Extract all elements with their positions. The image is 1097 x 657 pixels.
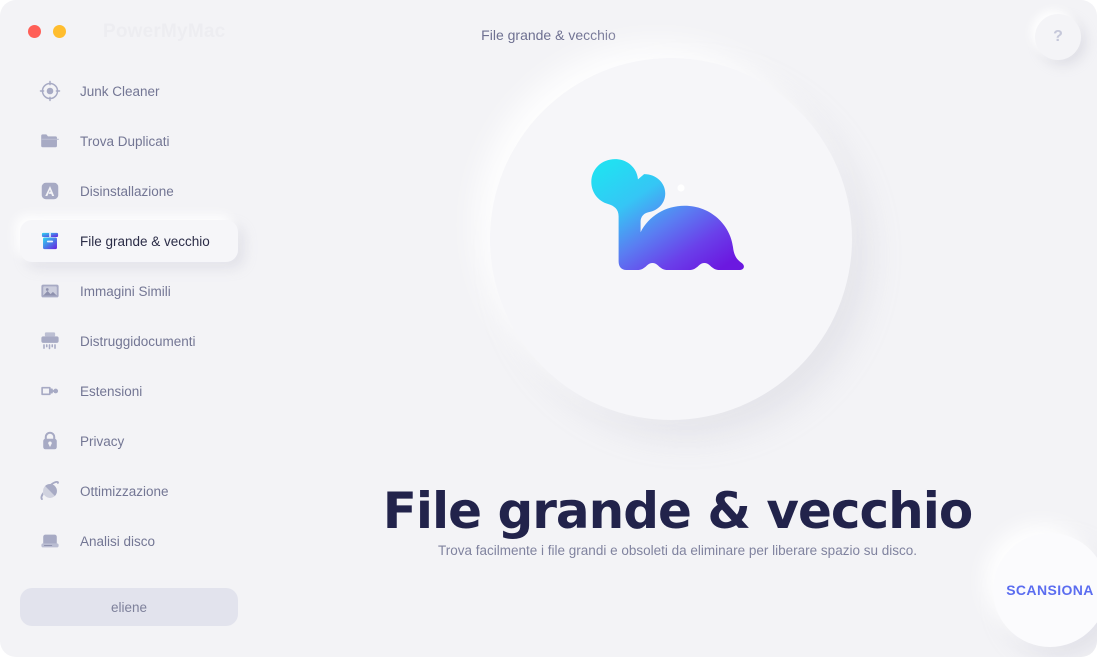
sidebar-item-label: Distruggidocumenti [80,333,196,349]
folder-icon [38,129,62,153]
sidebar-item-trova-duplicati[interactable]: Trova Duplicati [20,120,238,162]
titlebar: PowerMyMac File grande & vecchio ? [0,0,1097,62]
scan-button-label: SCANSIONA [1006,582,1094,598]
scan-button[interactable]: SCANSIONA [993,533,1097,647]
photo-icon [38,279,62,303]
sidebar-item-label: Trova Duplicati [80,133,170,149]
help-button[interactable]: ? [1035,14,1081,60]
delete-button[interactable]: eliene [20,588,238,626]
sidebar-item-label: Disinstallazione [80,183,174,199]
sidebar-item-privacy[interactable]: Privacy [20,420,238,462]
sidebar-item-label: Privacy [80,433,125,449]
hero-subtitle: Trova facilmente i file grandi e obsolet… [438,543,917,558]
dinosaur-mascot-icon [591,159,744,271]
app-uninstall-icon [38,179,62,203]
sidebar-item-label: File grande & vecchio [80,233,210,249]
hard-drive-icon [38,529,62,553]
sidebar-item-analisi-disco[interactable]: Analisi disco [20,520,238,562]
sidebar-item-immagini-simili[interactable]: Immagini Simili [20,270,238,312]
sidebar-item-label: Estensioni [80,383,143,399]
page-title: File grande & vecchio [481,27,616,43]
sidebar-nav: Junk Cleaner Trova Duplicati Disinstalla… [0,70,258,562]
sidebar-item-label: Immagini Simili [80,283,171,299]
sidebar-item-distruggidocumenti[interactable]: Distruggidocumenti [20,320,238,362]
sidebar: Junk Cleaner Trova Duplicati Disinstalla… [0,70,258,657]
optimization-icon [38,479,62,503]
sidebar-item-estensioni[interactable]: Estensioni [20,370,238,412]
app-window: PowerMyMac File grande & vecchio ? Junk … [0,0,1097,657]
hero-heading: File grande & vecchio [382,482,974,540]
sidebar-item-ottimizzazione[interactable]: Ottimizzazione [20,470,238,512]
main-content: File grande & vecchio Trova facilmente i… [258,58,1097,657]
sidebar-item-label: Analisi disco [80,533,156,549]
box-package-icon [38,229,62,253]
sidebar-item-disinstallazione[interactable]: Disinstallazione [20,170,238,212]
sidebar-item-label: Ottimizzazione [80,483,169,499]
puzzle-plug-icon [38,379,62,403]
question-mark-icon: ? [1053,28,1063,45]
sidebar-item-junk-cleaner[interactable]: Junk Cleaner [20,70,238,112]
shredder-icon [38,329,62,353]
target-circle-icon [38,79,62,103]
hero-illustration-circle [490,58,852,420]
sidebar-item-label: Junk Cleaner [80,83,160,99]
sidebar-item-file-grande-vecchio[interactable]: File grande & vecchio [20,220,238,262]
lock-icon [38,429,62,453]
